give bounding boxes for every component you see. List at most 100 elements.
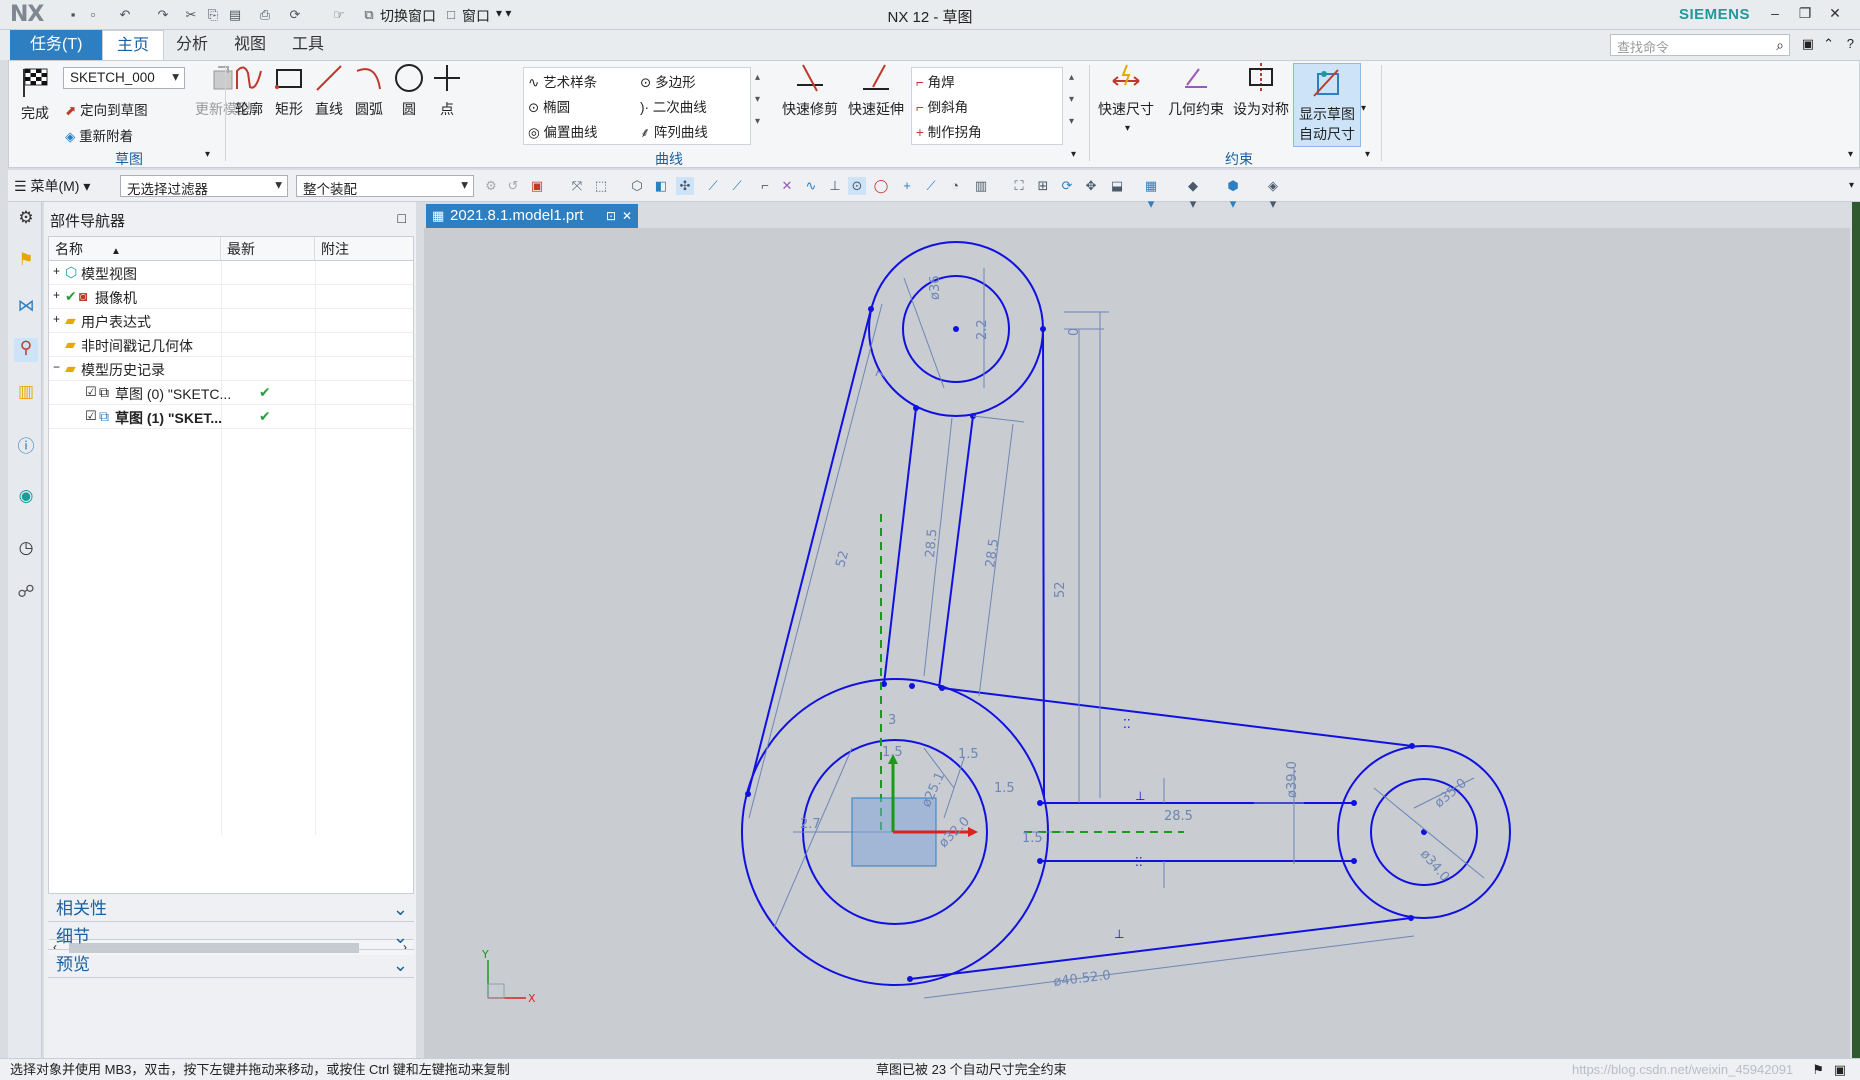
select-feature-icon[interactable]: ▣	[528, 177, 546, 195]
tangent-icon[interactable]: ∿	[802, 177, 820, 195]
tab-task[interactable]: 任务(T)	[10, 30, 103, 60]
tree-row-model-views[interactable]: + ⬡ 模型视图	[49, 261, 413, 285]
select-face-icon[interactable]: ◧	[652, 177, 670, 195]
history-icon[interactable]: ◷	[14, 538, 38, 562]
finish-sketch-button[interactable]: 完成	[15, 65, 55, 123]
roles-icon[interactable]: ☍	[14, 582, 38, 606]
point-on-face-icon[interactable]: ◔	[946, 177, 964, 195]
checkbox-checked-icon[interactable]: ☑	[85, 408, 97, 424]
tab-analysis[interactable]: 分析	[162, 30, 222, 60]
assembly-navigator-icon[interactable]: ⚑	[14, 250, 38, 274]
orient-view-icon[interactable]: ⬓	[1108, 177, 1126, 195]
menu-button[interactable]: ☰ 菜单(M) ▾	[14, 176, 90, 196]
studio-spline-button[interactable]: ∿ 艺术样条	[528, 71, 597, 91]
maximize-panel-icon[interactable]: □	[398, 210, 406, 226]
part-navigator-icon[interactable]: ⚲	[14, 338, 38, 362]
rapid-dimension-dropdown-icon[interactable]: ▾	[1125, 123, 1130, 134]
graphics-window[interactable]: ⁚⁚ ⊥ ⁚⁚ ⊥ ø36 2.2 0 7 52 28.5 28.5 52 3 …	[424, 228, 1850, 1058]
make-corner-button[interactable]: + 制作拐角	[916, 121, 982, 141]
pick-icon[interactable]: ⤧	[568, 177, 586, 195]
help-icon[interactable]: ?	[1847, 36, 1854, 51]
minimize-icon[interactable]: –	[1762, 5, 1788, 25]
tree-row-sketch-1[interactable]: ☑ ⧉ 草图 (1) "SKET... ✔	[49, 405, 413, 429]
auto-dimension-dropdown-icon[interactable]: ▾	[1361, 103, 1366, 114]
constraint-navigator-icon[interactable]: ⋈	[14, 296, 38, 320]
display-mode-icon[interactable]: ⬢ ▾	[1224, 177, 1242, 211]
select-body-icon[interactable]: ⬡	[628, 177, 646, 195]
tree-row-user-expressions[interactable]: + ▰ 用户表达式	[49, 309, 413, 333]
tree-row-cameras[interactable]: + ✔ ◙ 摄像机	[49, 285, 413, 309]
make-symmetric-button[interactable]: 设为对称	[1231, 61, 1291, 119]
column-header-uptodate[interactable]: 最新	[221, 237, 315, 261]
document-tab[interactable]: ▦ 2021.8.1.model1.prt ⊡ ✕	[426, 204, 638, 228]
bounded-grid-icon[interactable]: ▥	[972, 177, 990, 195]
existing-point-icon[interactable]: +	[898, 177, 916, 195]
selection-filter-select[interactable]: 无选择过滤器	[120, 175, 288, 197]
quick-trim-button[interactable]: 快速修剪	[775, 61, 845, 119]
geometric-constraints-button[interactable]: 几何约束	[1163, 61, 1229, 119]
orient-to-sketch-button[interactable]: ⬈ 定向到草图	[65, 99, 148, 119]
rapid-dimension-button[interactable]: 快速尺寸	[1095, 61, 1157, 119]
tab-view[interactable]: 视图	[220, 30, 280, 60]
point-button[interactable]: 点	[429, 61, 465, 119]
sketch-drawing[interactable]: ⁚⁚ ⊥ ⁚⁚ ⊥ ø36 2.2 0 7 52 28.5 28.5 52 3 …	[424, 228, 1850, 1058]
close-tab-icon[interactable]: ✕	[622, 204, 632, 228]
accordion-preview[interactable]: 预览 ⌄	[48, 952, 414, 978]
reset-filter-icon[interactable]: ↺	[504, 177, 522, 195]
ribbon-options-icon[interactable]: ▾	[1848, 149, 1853, 160]
show-auto-dimensions-button[interactable]: 显示草图 自动尺寸	[1293, 63, 1361, 147]
chamfer-button[interactable]: ⌐ 倒斜角	[916, 96, 968, 116]
tab-home[interactable]: 主页	[102, 30, 165, 60]
rotate-icon[interactable]: ⟳	[1058, 177, 1076, 195]
gallery-scroll[interactable]: ▴ ▾ ▾	[755, 67, 760, 133]
view-fit-icon[interactable]: ⛶	[1010, 177, 1028, 195]
profile-button[interactable]: 轮廓	[231, 61, 267, 119]
fullscreen-icon[interactable]: ▣	[1802, 36, 1814, 52]
arc-center-icon[interactable]: ⊥	[826, 177, 844, 195]
accordion-dependencies[interactable]: 相关性 ⌄	[48, 896, 414, 922]
expand-icon[interactable]: +	[53, 264, 60, 278]
search-icon[interactable]: ⌕	[1776, 37, 1784, 54]
pattern-curve-button[interactable]: ⸙ 阵列曲线	[640, 121, 708, 141]
polygon-button[interactable]: ⊙ 多边形	[640, 71, 696, 91]
accordion-details[interactable]: 细节 ⌄	[48, 924, 414, 950]
arc-button[interactable]: 圆弧	[349, 61, 389, 119]
checkbox-checked-icon[interactable]: ☑	[85, 384, 97, 400]
column-header-name[interactable]: 名称 ▲	[49, 237, 221, 261]
toolbar-options-icon[interactable]: ▾	[1849, 180, 1854, 191]
line-button[interactable]: 直线	[311, 61, 347, 119]
curve-group-options-icon[interactable]: ▾	[1071, 149, 1076, 160]
tree-row-unused-items[interactable]: ▰ 非时间戳记几何体	[49, 333, 413, 357]
reuse-library-icon[interactable]: ▥	[14, 382, 38, 406]
pan-icon[interactable]: ✥	[1082, 177, 1100, 195]
point-on-curve-icon[interactable]: ⟋	[922, 177, 940, 195]
sketch-name-select[interactable]: SKETCH_000	[63, 67, 185, 89]
zoom-icon[interactable]: ⊞	[1034, 177, 1052, 195]
rectangle-button[interactable]: 矩形	[271, 61, 307, 119]
expand-icon[interactable]: +	[53, 288, 60, 302]
layer-icon[interactable]: ▦ ▾	[1142, 177, 1160, 211]
constraint-group-options-icon[interactable]: ▾	[1365, 149, 1370, 160]
center-snap-icon[interactable]: ⊙	[848, 177, 866, 195]
fillet-button[interactable]: ⌐ 角焊	[916, 71, 955, 91]
collapse-ribbon-icon[interactable]: ⌃	[1823, 36, 1834, 52]
reattach-button[interactable]: ◈ 重新附着	[65, 125, 133, 145]
group-options-icon[interactable]: ▾	[205, 149, 210, 160]
intersection-icon[interactable]: ✕	[778, 177, 796, 195]
quick-extend-button[interactable]: 快速延伸	[841, 61, 911, 119]
render-style-icon[interactable]: ◆ ▾	[1184, 177, 1202, 211]
expand-icon[interactable]: +	[53, 312, 60, 326]
tree-row-model-history[interactable]: − ▰ 模型历史记录	[49, 357, 413, 381]
conic-button[interactable]: )· 二次曲线	[640, 96, 707, 116]
circle-button[interactable]: 圆	[391, 61, 427, 119]
ellipse-button[interactable]: ⊙ 椭圆	[528, 96, 570, 116]
snap-point-icon[interactable]: ✣	[676, 177, 694, 195]
close-icon[interactable]: ✕	[1822, 5, 1848, 25]
offset-curve-button[interactable]: ◎ 偏置曲线	[528, 121, 598, 141]
tab-tools[interactable]: 工具	[278, 30, 338, 60]
column-header-comment[interactable]: 附注	[315, 237, 413, 261]
filter-option-icon[interactable]: ⚙	[482, 177, 500, 195]
endpoint-icon[interactable]: ⟋	[704, 177, 722, 195]
tree-row-sketch-0[interactable]: ☑ ⧉ 草图 (0) "SKETC... ✔	[49, 381, 413, 405]
checkered-flag-status-icon[interactable]: ⚑	[1812, 1059, 1824, 1080]
